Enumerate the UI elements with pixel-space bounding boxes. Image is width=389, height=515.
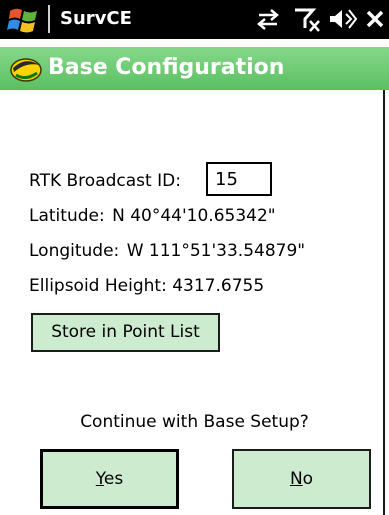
close-icon[interactable]: [362, 4, 388, 34]
no-button[interactable]: No: [232, 449, 371, 509]
windows-start-icon[interactable]: [6, 3, 42, 36]
status-separator: [48, 5, 50, 33]
longitude-row: Longitude: W 111°51'33.54879": [29, 240, 305, 262]
ellipsoid-height-value: 4317.6755: [172, 276, 265, 296]
survce-logo-icon: [8, 53, 44, 83]
continue-prompt: Continue with Base Setup?: [80, 412, 309, 432]
longitude-value: W 111°51'33.54879": [126, 241, 306, 261]
window-right-border: [383, 90, 385, 515]
yes-label-rest: es: [103, 469, 124, 489]
ellipsoid-height-label: Ellipsoid Height:: [29, 276, 167, 296]
ellipsoid-height-row: Ellipsoid Height: 4317.6755: [29, 275, 264, 297]
app-name: SurvCE: [60, 8, 132, 29]
latitude-value: N 40°44'10.65342": [112, 206, 276, 226]
speaker-icon[interactable]: [327, 4, 358, 34]
yes-mnemonic: Y: [95, 469, 104, 489]
sync-icon[interactable]: [253, 4, 283, 34]
status-bar: SurvCE: [0, 0, 389, 39]
store-in-point-list-button[interactable]: Store in Point List: [31, 313, 220, 352]
yes-button[interactable]: Yes: [40, 449, 179, 509]
rtk-broadcast-id-input[interactable]: [206, 162, 272, 196]
longitude-label: Longitude:: [29, 241, 120, 261]
no-signal-icon[interactable]: [292, 4, 322, 34]
title-bar: Base Configuration: [0, 47, 389, 90]
page-title: Base Configuration: [48, 55, 285, 80]
latitude-row: Latitude: N 40°44'10.65342": [29, 205, 276, 227]
no-mnemonic: N: [289, 469, 303, 489]
no-label-rest: o: [302, 469, 314, 489]
latitude-label: Latitude:: [29, 206, 105, 226]
rtk-broadcast-id-label: RTK Broadcast ID:: [29, 171, 181, 191]
